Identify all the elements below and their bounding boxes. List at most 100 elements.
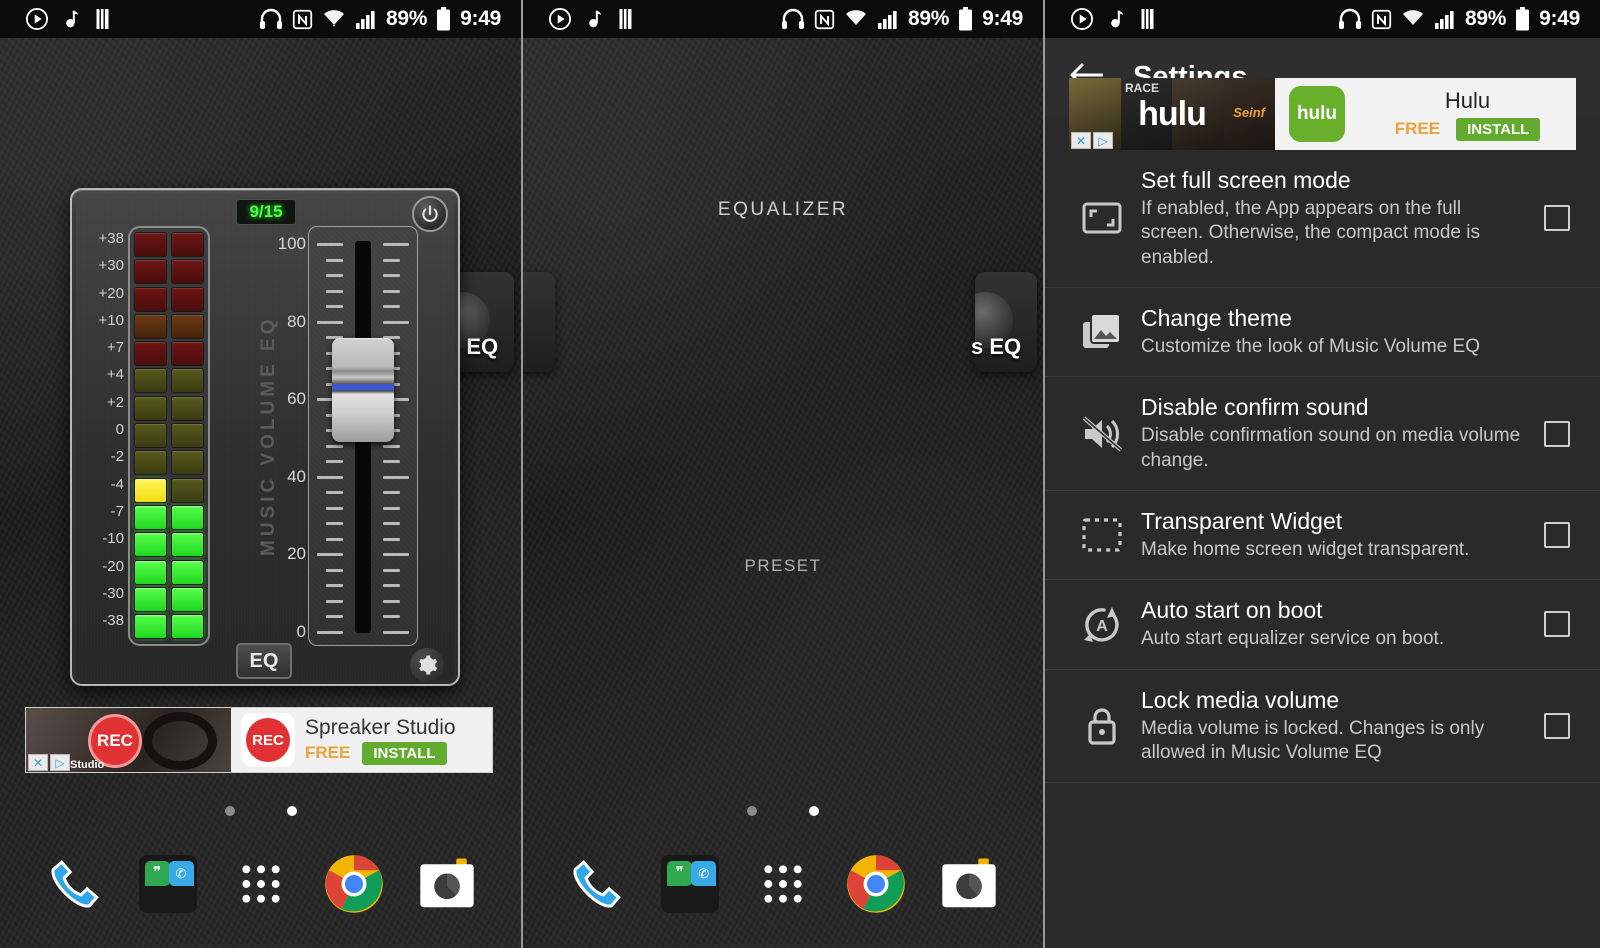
vu-led xyxy=(134,368,167,394)
vu-led xyxy=(134,423,167,449)
ad-app-icon-1: REC xyxy=(241,713,295,767)
ad-info-icon-3[interactable]: ▷ xyxy=(1093,132,1113,149)
vu-meter-row xyxy=(134,504,204,530)
camera-icon[interactable] xyxy=(416,853,478,915)
page-indicator-2 xyxy=(523,806,1043,816)
settings-row[interactable]: Set full screen mode If enabled, the App … xyxy=(1045,150,1600,288)
ad-banner-3[interactable]: RACE Seinf hulu ✕ ▷ hulu Hulu FREE INSTA… xyxy=(1069,78,1576,150)
vu-meter-row xyxy=(134,559,204,585)
battery-percent-2: 89% xyxy=(908,7,950,30)
gear-icon xyxy=(419,655,438,675)
vu-led xyxy=(171,313,204,339)
settings-checkbox[interactable] xyxy=(1544,420,1570,447)
vu-meter-row xyxy=(134,477,204,503)
lock-icon xyxy=(1063,706,1141,746)
vu-led xyxy=(134,504,167,530)
fader-tick xyxy=(326,444,343,448)
settings-scroll-area[interactable]: RACE Seinf hulu ✕ ▷ hulu Hulu FREE INSTA… xyxy=(1045,78,1600,948)
settings-row[interactable]: Change theme Customize the look of Music … xyxy=(1045,288,1600,378)
camera-icon[interactable] xyxy=(938,853,1000,915)
battery-percent-1: 89% xyxy=(386,7,428,30)
vu-meter-row xyxy=(134,313,204,339)
page-dot[interactable] xyxy=(224,806,235,816)
vu-label: -4 xyxy=(110,475,124,493)
settings-checkbox[interactable] xyxy=(1544,611,1570,638)
page-dot-active[interactable] xyxy=(286,806,297,816)
hulu-wordmark: hulu xyxy=(1138,94,1207,133)
vu-label: -20 xyxy=(102,557,124,575)
signal-icon xyxy=(355,9,377,29)
vu-meter xyxy=(128,226,210,646)
volume-scale-tick: 100 xyxy=(277,234,306,253)
vu-led xyxy=(171,477,204,503)
vu-led xyxy=(134,559,167,585)
settings-checkbox[interactable] xyxy=(1544,205,1570,232)
vu-led xyxy=(134,586,167,612)
panel-volume-widget: 89% 9:49 s EQ 9/15 MUSIC VOLUME EQ +38 +3… xyxy=(0,0,521,948)
vu-led xyxy=(171,614,204,640)
ad-title-1: Spreaker Studio xyxy=(305,715,456,739)
fader-tick xyxy=(383,568,400,572)
chrome-icon[interactable] xyxy=(845,853,907,915)
page-dot-active[interactable] xyxy=(809,806,819,816)
settings-checkbox[interactable] xyxy=(1544,522,1570,549)
ad-info-icon-1[interactable]: ▷ xyxy=(50,754,70,771)
panel-settings: 89% 9:49 Settings RACE Seinf hulu ✕ ▷ hu… xyxy=(1043,0,1600,948)
hulu-thumb-text-1: RACE xyxy=(1125,81,1160,95)
power-button-1[interactable] xyxy=(412,196,448,232)
ad-banner-1[interactable]: REC Studio ✕ ▷ REC Spreaker Studio FREE … xyxy=(25,707,493,773)
hangouts-icon[interactable]: ❞ ✆ xyxy=(137,853,199,915)
settings-row[interactable]: Transparent Widget Make home screen widge… xyxy=(1045,491,1600,581)
chrome-icon[interactable] xyxy=(323,853,385,915)
vu-label: -30 xyxy=(102,584,124,602)
phone-icon[interactable] xyxy=(566,853,628,915)
ad-info-1: REC Spreaker Studio FREE INSTALL xyxy=(231,708,492,772)
hulu-thumb-text-2: Seinf xyxy=(1233,105,1265,120)
dashed-rect-icon xyxy=(1063,518,1141,552)
vu-label: -10 xyxy=(102,530,124,548)
page-dot[interactable] xyxy=(747,806,757,816)
settings-row[interactable]: Disable confirm sound Disable confirmatio… xyxy=(1045,377,1600,491)
ad-controls-1[interactable]: ✕ ▷ xyxy=(28,754,70,771)
app-drawer-icon[interactable] xyxy=(752,853,814,915)
vu-led xyxy=(134,395,167,421)
vu-label: +10 xyxy=(98,311,124,329)
fader-tick xyxy=(383,553,409,557)
volume-fader[interactable] xyxy=(308,226,418,646)
battery-icon xyxy=(436,7,451,31)
signal-icon xyxy=(1434,9,1456,29)
settings-row-title: Transparent Widget xyxy=(1141,507,1343,534)
vu-meter-row xyxy=(134,341,204,367)
preset-label: PRESET xyxy=(744,556,822,575)
vu-meter-row xyxy=(134,614,204,640)
vu-led xyxy=(171,232,204,257)
ad-controls-3[interactable]: ✕ ▷ xyxy=(1071,132,1113,149)
panel-equalizer-widget: 89% 9:49 s EQ ON EQUALIZER +150-15 60 Hz… xyxy=(521,0,1043,948)
ad-close-icon-3[interactable]: ✕ xyxy=(1071,132,1091,149)
settings-gear-button[interactable] xyxy=(410,648,444,682)
fader-tick xyxy=(383,289,400,293)
settings-row-description: Auto start equalizer service on boot. xyxy=(1141,628,1445,650)
vu-led xyxy=(134,532,167,558)
phone-icon[interactable] xyxy=(44,853,106,915)
ad-install-button-3[interactable]: INSTALL xyxy=(1456,117,1541,141)
app-drawer-icon[interactable] xyxy=(230,853,292,915)
hangouts-icon[interactable]: ❞ ✆ xyxy=(659,853,721,915)
fader-tick xyxy=(383,491,400,495)
eq-button[interactable]: EQ xyxy=(236,643,292,679)
wifi-icon xyxy=(322,9,346,29)
vu-led xyxy=(134,313,167,339)
ad-close-icon-1[interactable]: ✕ xyxy=(28,754,48,771)
vu-led xyxy=(171,559,204,585)
ad-install-button-1[interactable]: INSTALL xyxy=(362,741,447,765)
fader-tick xyxy=(317,631,343,634)
vu-led xyxy=(171,341,204,367)
edge-widget-preview-2-left[interactable] xyxy=(523,272,555,372)
settings-row[interactable]: A Auto start on boot Auto start equalizer … xyxy=(1045,580,1600,670)
vu-led xyxy=(134,614,167,640)
music-note-icon xyxy=(1107,8,1127,30)
volume-fader-knob[interactable] xyxy=(332,338,394,443)
settings-checkbox[interactable] xyxy=(1544,712,1570,739)
vu-label: +20 xyxy=(98,284,124,302)
settings-row[interactable]: Lock media volume Media volume is locked.… xyxy=(1045,670,1600,784)
